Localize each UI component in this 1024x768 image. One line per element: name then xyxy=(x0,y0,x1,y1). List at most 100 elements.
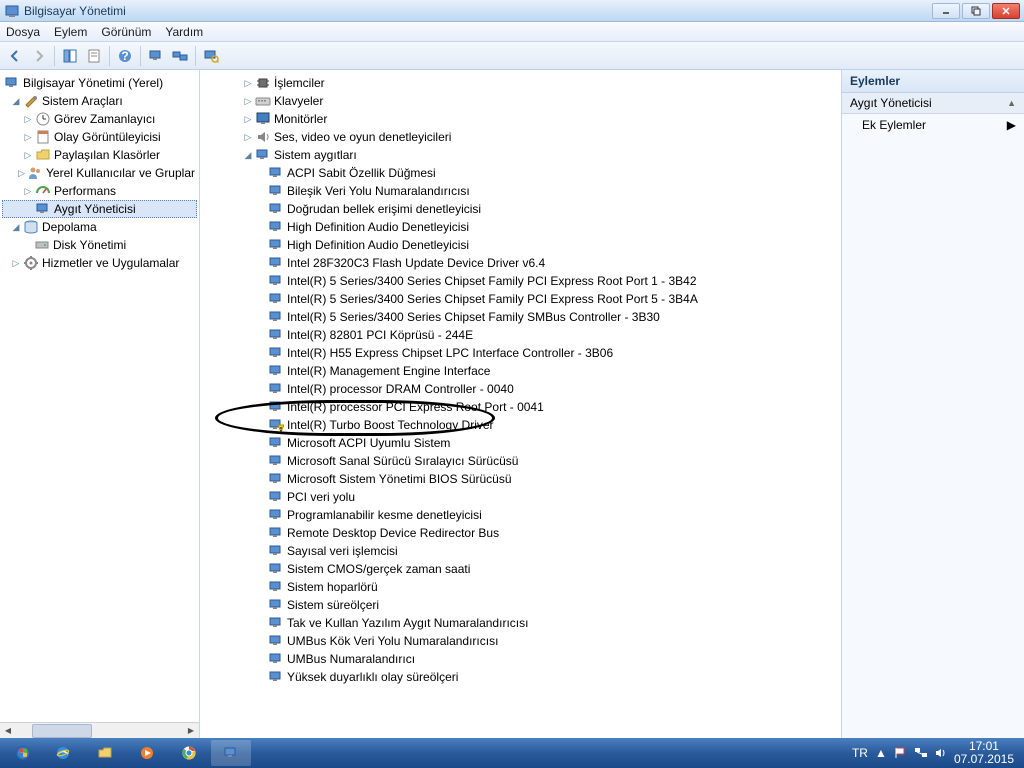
taskbar[interactable]: TR ▲ 17:01 07.07.2015 xyxy=(0,738,1024,768)
lang-indicator[interactable]: TR xyxy=(852,746,868,760)
device-item[interactable]: Intel(R) 5 Series/3400 Series Chipset Fa… xyxy=(240,272,839,290)
device-item[interactable]: Bileşik Veri Yolu Numaralandırıcısı xyxy=(240,182,839,200)
tree-performance[interactable]: ▷Performans xyxy=(2,182,197,200)
devices-by-connection-button[interactable] xyxy=(169,45,191,67)
keyboard-icon xyxy=(255,93,271,109)
tree-local-users[interactable]: ▷Yerel Kullanıcılar ve Gruplar xyxy=(2,164,197,182)
tree-root[interactable]: Bilgisayar Yönetimi (Yerel) xyxy=(2,74,197,92)
tree-services[interactable]: ▷Hizmetler ve Uygulamalar xyxy=(2,254,197,272)
device-item[interactable]: Sistem hoparlörü xyxy=(240,578,839,596)
device-item[interactable]: Programlanabilir kesme denetleyicisi xyxy=(240,506,839,524)
device-item[interactable]: Yüksek duyarlıklı olay süreölçeri xyxy=(240,668,839,686)
properties-button[interactable] xyxy=(83,45,105,67)
menu-file[interactable]: Dosya xyxy=(6,25,40,39)
maximize-button[interactable] xyxy=(962,3,990,19)
device-item[interactable]: Microsoft Sanal Sürücü Sıralayıcı Sürücü… xyxy=(240,452,839,470)
collapse-icon[interactable]: ◢ xyxy=(10,221,22,233)
tree-event-viewer[interactable]: ▷Olay Görüntüleyicisi xyxy=(2,128,197,146)
category-keyboards[interactable]: ▷Klavyeler xyxy=(240,92,839,110)
expand-icon[interactable]: ▷ xyxy=(17,167,26,179)
device-item[interactable]: UMBus Kök Veri Yolu Numaralandırıcısı xyxy=(240,632,839,650)
flag-icon[interactable] xyxy=(894,746,908,760)
minimize-button[interactable] xyxy=(932,3,960,19)
show-hidden-icon[interactable]: ▲ xyxy=(874,746,888,760)
device-item[interactable]: PCI veri yolu xyxy=(240,488,839,506)
back-button[interactable] xyxy=(4,45,26,67)
actions-sub-label: Aygıt Yöneticisi xyxy=(850,96,932,110)
collapse-icon[interactable]: ◢ xyxy=(10,95,22,107)
taskbar-ie[interactable] xyxy=(43,740,83,766)
horizontal-scrollbar[interactable]: ◀ ▶ xyxy=(0,722,199,738)
taskbar-chrome[interactable] xyxy=(169,740,209,766)
device-item[interactable]: High Definition Audio Denetleyicisi xyxy=(240,236,839,254)
device-item[interactable]: Intel(R) Turbo Boost Technology Driver xyxy=(240,416,839,434)
expand-icon[interactable]: ▷ xyxy=(242,113,254,125)
show-hide-tree-button[interactable] xyxy=(59,45,81,67)
device-item[interactable]: Intel 28F320C3 Flash Update Device Drive… xyxy=(240,254,839,272)
expand-icon[interactable]: ▷ xyxy=(22,113,34,125)
device-item[interactable]: Sistem CMOS/gerçek zaman saati xyxy=(240,560,839,578)
expand-icon[interactable]: ▷ xyxy=(242,77,254,89)
scan-hardware-button[interactable] xyxy=(200,45,222,67)
device-item[interactable]: Sayısal veri işlemcisi xyxy=(240,542,839,560)
tree-task-scheduler[interactable]: ▷Görev Zamanlayıcı xyxy=(2,110,197,128)
expand-icon[interactable]: ▷ xyxy=(22,185,34,197)
help-button[interactable]: ? xyxy=(114,45,136,67)
actions-subheader[interactable]: Aygıt Yöneticisi ▲ xyxy=(842,93,1024,114)
tree-shared-folders[interactable]: ▷Paylaşılan Klasörler xyxy=(2,146,197,164)
devices-by-type-button[interactable] xyxy=(145,45,167,67)
tree-storage[interactable]: ◢Depolama xyxy=(2,218,197,236)
forward-button[interactable] xyxy=(28,45,50,67)
device-item[interactable]: Intel(R) H55 Express Chipset LPC Interfa… xyxy=(240,344,839,362)
start-button[interactable] xyxy=(4,739,42,767)
shared-folder-icon xyxy=(35,147,51,163)
menu-help[interactable]: Yardım xyxy=(165,25,203,39)
scroll-right-arrow[interactable]: ▶ xyxy=(183,724,199,738)
device-item[interactable]: UMBus Numaralandırıcı xyxy=(240,650,839,668)
device-icon xyxy=(268,435,284,451)
device-item[interactable]: ACPI Sabit Özellik Düğmesi xyxy=(240,164,839,182)
device-label: Intel(R) 5 Series/3400 Series Chipset Fa… xyxy=(287,274,697,288)
device-item[interactable]: Remote Desktop Device Redirector Bus xyxy=(240,524,839,542)
navigation-pane[interactable]: Bilgisayar Yönetimi (Yerel) ◢Sistem Araç… xyxy=(0,70,200,738)
taskbar-computer-mgmt[interactable] xyxy=(211,740,251,766)
expand-icon[interactable]: ▷ xyxy=(22,131,34,143)
menu-view[interactable]: Görünüm xyxy=(101,25,151,39)
tree-device-manager[interactable]: Aygıt Yöneticisi xyxy=(2,200,197,218)
device-item[interactable]: Microsoft ACPI Uyumlu Sistem xyxy=(240,434,839,452)
close-button[interactable] xyxy=(992,3,1020,19)
device-item[interactable]: High Definition Audio Denetleyicisi xyxy=(240,218,839,236)
device-item[interactable]: Microsoft Sistem Yönetimi BIOS Sürücüsü xyxy=(240,470,839,488)
tree-system-tools[interactable]: ◢Sistem Araçları xyxy=(2,92,197,110)
device-item[interactable]: Intel(R) processor PCI Express Root Port… xyxy=(240,398,839,416)
scroll-thumb[interactable] xyxy=(32,724,92,738)
volume-icon[interactable] xyxy=(934,746,948,760)
scroll-left-arrow[interactable]: ◀ xyxy=(0,724,16,738)
taskbar-media[interactable] xyxy=(127,740,167,766)
device-item[interactable]: Intel(R) 5 Series/3400 Series Chipset Fa… xyxy=(240,308,839,326)
menu-action[interactable]: Eylem xyxy=(54,25,87,39)
actions-more[interactable]: Ek Eylemler ▶ xyxy=(842,114,1024,136)
device-item[interactable]: Tak ve Kullan Yazılım Aygıt Numaralandır… xyxy=(240,614,839,632)
network-icon[interactable] xyxy=(914,746,928,760)
category-system-devices[interactable]: ◢Sistem aygıtları xyxy=(240,146,839,164)
expand-icon[interactable]: ▷ xyxy=(10,257,22,269)
category-monitors[interactable]: ▷Monitörler xyxy=(240,110,839,128)
device-item[interactable]: Intel(R) 82801 PCI Köprüsü - 244E xyxy=(240,326,839,344)
clock[interactable]: 17:01 07.07.2015 xyxy=(954,740,1014,766)
device-item[interactable]: Intel(R) processor DRAM Controller - 004… xyxy=(240,380,839,398)
system-tray[interactable]: TR ▲ 17:01 07.07.2015 xyxy=(852,740,1020,766)
expand-icon[interactable]: ▷ xyxy=(242,131,254,143)
device-item[interactable]: Intel(R) 5 Series/3400 Series Chipset Fa… xyxy=(240,290,839,308)
expand-icon[interactable]: ▷ xyxy=(242,95,254,107)
expand-icon[interactable]: ▷ xyxy=(22,149,34,161)
device-item[interactable]: Doğrudan bellek erişimi denetleyicisi xyxy=(240,200,839,218)
collapse-icon[interactable]: ◢ xyxy=(242,149,254,161)
category-processors[interactable]: ▷İşlemciler xyxy=(240,74,839,92)
tree-disk-mgmt[interactable]: Disk Yönetimi xyxy=(2,236,197,254)
category-sound[interactable]: ▷Ses, video ve oyun denetleyicileri xyxy=(240,128,839,146)
content-pane[interactable]: ▷İşlemciler ▷Klavyeler ▷Monitörler ▷Ses,… xyxy=(200,70,842,738)
device-item[interactable]: Sistem süreölçeri xyxy=(240,596,839,614)
taskbar-explorer[interactable] xyxy=(85,740,125,766)
device-item[interactable]: Intel(R) Management Engine Interface xyxy=(240,362,839,380)
